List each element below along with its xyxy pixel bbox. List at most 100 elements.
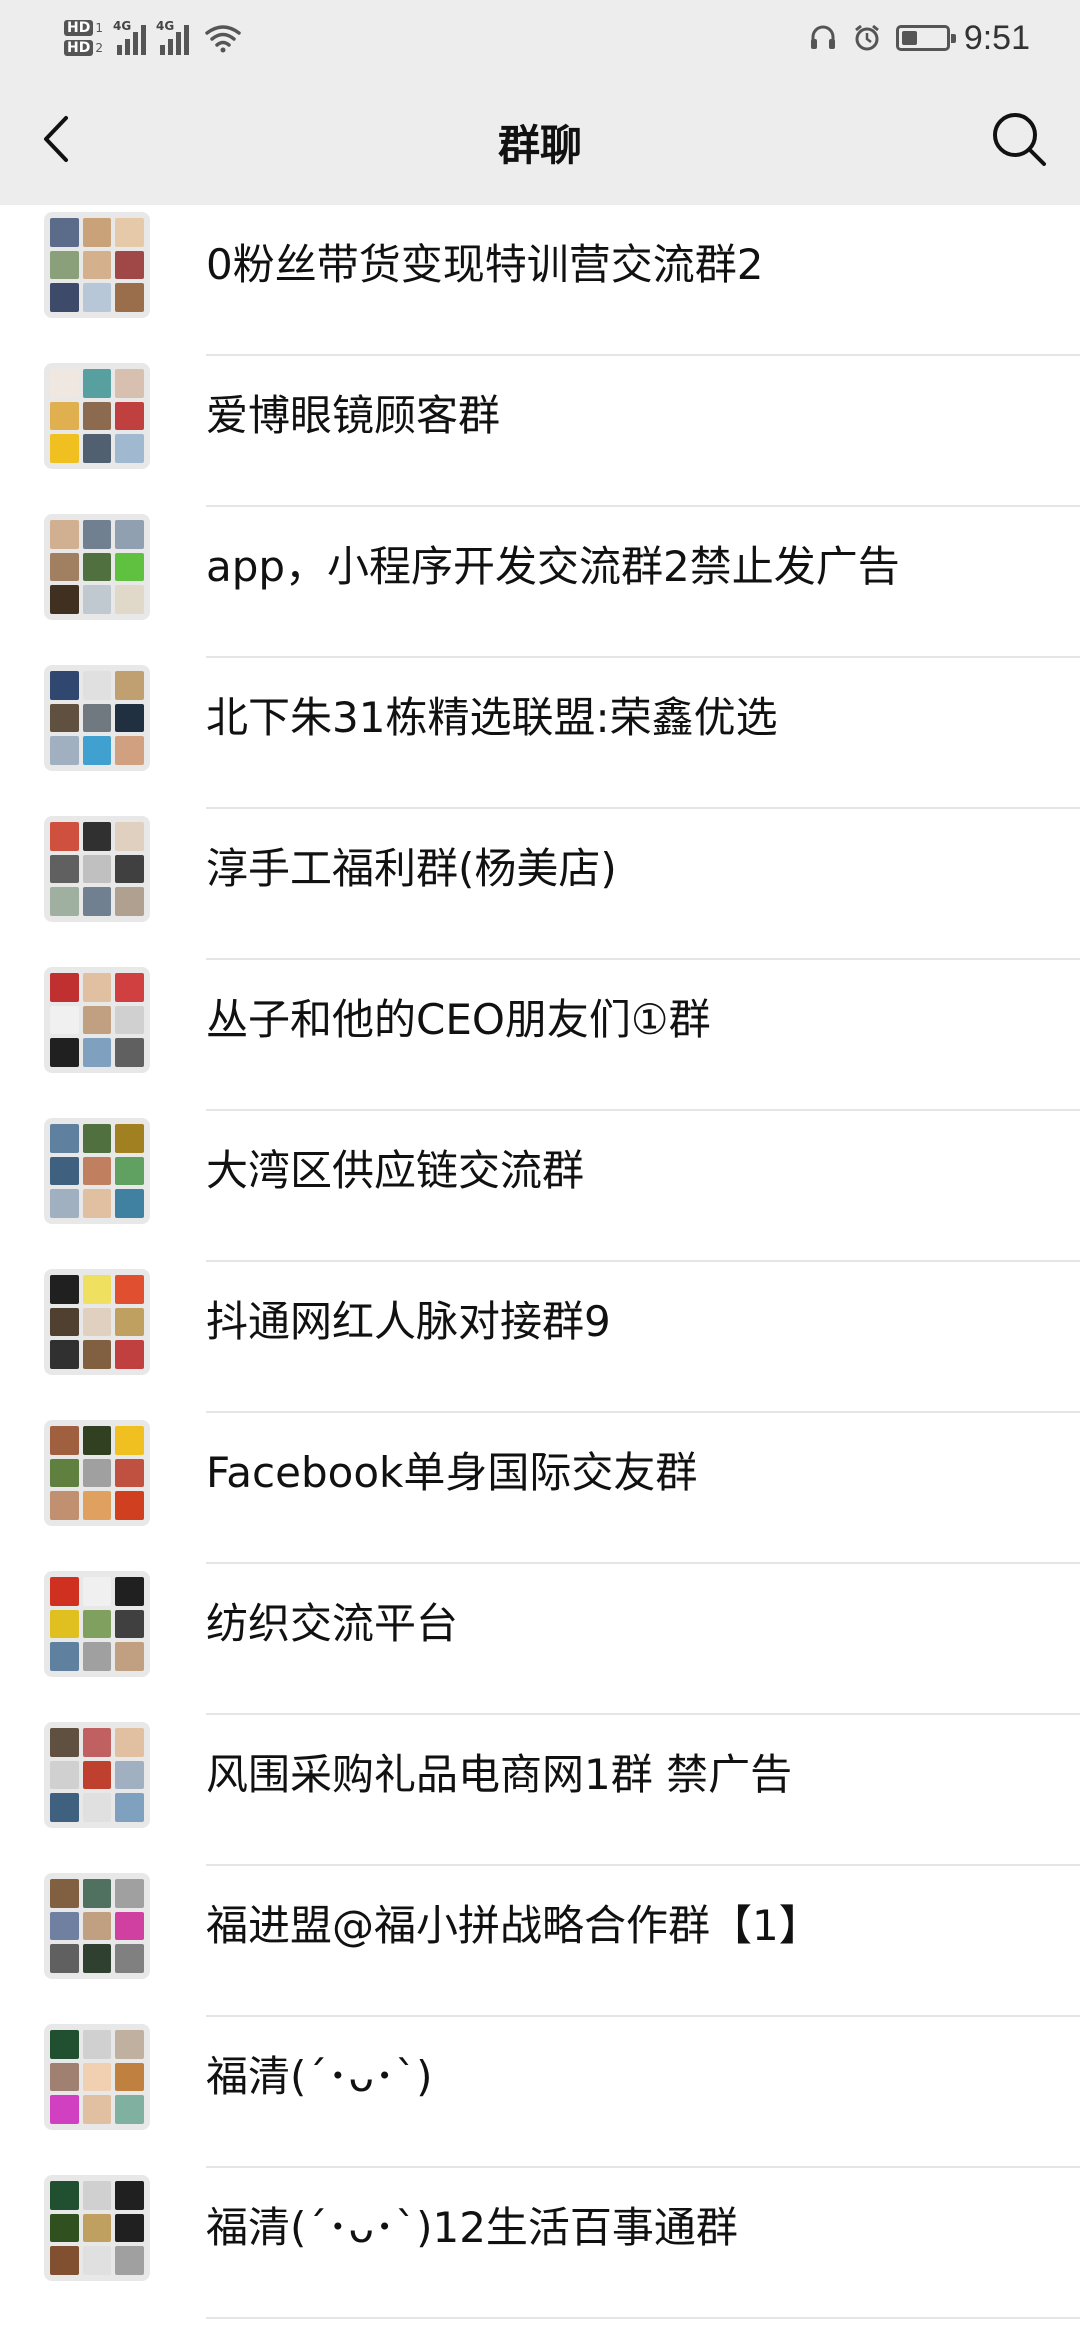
group-list-item[interactable]: app，小程序开发交流群2禁止发广告 xyxy=(0,507,1080,658)
member-thumbnail xyxy=(82,1491,112,1520)
member-thumbnail xyxy=(115,1760,144,1790)
member-thumbnail xyxy=(82,401,112,431)
group-name: 抖通网红人脉对接群9 xyxy=(206,1297,611,1346)
member-thumbnail xyxy=(82,2062,112,2092)
group-name: 福进盟@福小拼战略合作群【1】 xyxy=(206,1901,821,1950)
wifi-icon xyxy=(205,25,241,53)
group-list-item[interactable]: 福进盟@福小拼战略合作群【1】 xyxy=(0,1866,1080,2017)
member-thumbnail xyxy=(115,1879,144,1908)
member-thumbnail xyxy=(50,552,79,582)
group-list-item[interactable]: 丛子和他的CEO朋友们①群 xyxy=(0,960,1080,1111)
group-list-item[interactable]: 风围采购礼品电商网1群 禁广告 xyxy=(0,1715,1080,1866)
member-thumbnail xyxy=(50,671,79,700)
member-thumbnail xyxy=(82,822,112,851)
member-thumbnail xyxy=(50,1760,79,1790)
member-thumbnail xyxy=(50,736,79,765)
group-list-item[interactable]: 淳手工福利群(杨美店) xyxy=(0,809,1080,960)
group-name: 福清(´･ᴗ･`) xyxy=(206,2052,433,2101)
group-name: 丛子和他的CEO朋友们①群 xyxy=(206,995,711,1044)
member-thumbnail xyxy=(50,1609,79,1639)
member-thumbnail xyxy=(82,703,112,733)
member-thumbnail xyxy=(50,1005,79,1035)
member-thumbnail xyxy=(82,887,112,916)
member-thumbnail xyxy=(115,736,144,765)
member-thumbnail xyxy=(50,2030,79,2059)
member-thumbnail xyxy=(115,1156,144,1186)
member-thumbnail xyxy=(50,401,79,431)
member-thumbnail xyxy=(50,1307,79,1337)
member-thumbnail xyxy=(82,973,112,1002)
member-thumbnail xyxy=(50,854,79,884)
member-thumbnail xyxy=(50,250,79,280)
group-list-item[interactable]: 纺织交流平台 xyxy=(0,1564,1080,1715)
group-avatar xyxy=(44,1571,150,1677)
group-list-item[interactable]: 福清(´･ᴗ･`)12生活百事通群 xyxy=(0,2168,1080,2319)
member-thumbnail xyxy=(82,1728,112,1757)
member-thumbnail xyxy=(50,2095,79,2124)
alarm-icon xyxy=(854,24,879,51)
member-thumbnail xyxy=(50,1911,79,1941)
member-thumbnail xyxy=(115,283,144,312)
hd2-label: HD xyxy=(64,40,94,56)
member-thumbnail xyxy=(82,1577,112,1606)
member-thumbnail xyxy=(115,2030,144,2059)
member-thumbnail xyxy=(82,2213,112,2243)
member-thumbnail xyxy=(82,2030,112,2059)
member-thumbnail xyxy=(50,2181,79,2210)
member-thumbnail xyxy=(50,1426,79,1455)
member-thumbnail xyxy=(82,1911,112,1941)
member-thumbnail xyxy=(50,369,79,398)
member-thumbnail xyxy=(115,1426,144,1455)
member-thumbnail xyxy=(82,736,112,765)
group-list-item[interactable]: 大湾区供应链交流群 xyxy=(0,1111,1080,1262)
member-thumbnail xyxy=(115,1491,144,1520)
member-thumbnail xyxy=(115,401,144,431)
member-thumbnail xyxy=(82,1879,112,1908)
member-thumbnail xyxy=(115,434,144,463)
member-thumbnail xyxy=(50,434,79,463)
group-name: 淳手工福利群(杨美店) xyxy=(206,844,617,893)
member-thumbnail xyxy=(50,520,79,549)
hd-indicators: HD 1 HD 2 xyxy=(64,20,103,56)
group-list-item[interactable]: 爱博眼镜顾客群 xyxy=(0,356,1080,507)
member-thumbnail xyxy=(115,218,144,247)
group-avatar xyxy=(44,1722,150,1828)
member-thumbnail xyxy=(115,1642,144,1671)
member-thumbnail xyxy=(82,1005,112,1035)
member-thumbnail xyxy=(115,1038,144,1067)
member-thumbnail xyxy=(82,552,112,582)
member-thumbnail xyxy=(82,1760,112,1790)
member-thumbnail xyxy=(50,1038,79,1067)
member-thumbnail xyxy=(82,1426,112,1455)
net2-label: 4G xyxy=(155,19,175,33)
member-thumbnail xyxy=(82,1340,112,1369)
member-thumbnail xyxy=(115,1340,144,1369)
member-thumbnail xyxy=(115,1124,144,1153)
member-thumbnail xyxy=(115,369,144,398)
member-thumbnail xyxy=(115,822,144,851)
group-list-item[interactable]: 北下朱31栋精选联盟:荣鑫优选 xyxy=(0,658,1080,809)
member-thumbnail xyxy=(50,283,79,312)
member-thumbnail xyxy=(82,2181,112,2210)
group-list-item[interactable]: Facebook单身国际交友群 xyxy=(0,1413,1080,1564)
headphones-icon xyxy=(810,25,835,49)
group-avatar xyxy=(44,1118,150,1224)
member-thumbnail xyxy=(115,1793,144,1822)
search-icon[interactable] xyxy=(984,104,1054,174)
nav-bar: 群聊 xyxy=(0,74,1080,205)
group-list-item[interactable]: 抖通网红人脉对接群9 xyxy=(0,1262,1080,1413)
member-thumbnail xyxy=(115,671,144,700)
group-list-item[interactable]: 0粉丝带货变现特训营交流群2 xyxy=(0,205,1080,356)
group-list-item[interactable]: 福清(´･ᴗ･`) xyxy=(0,2017,1080,2168)
group-name: 爱博眼镜顾客群 xyxy=(206,391,501,440)
member-thumbnail xyxy=(82,1642,112,1671)
group-name: 大湾区供应链交流群 xyxy=(206,1146,585,1195)
member-thumbnail xyxy=(115,1189,144,1218)
member-thumbnail xyxy=(50,585,79,614)
member-thumbnail xyxy=(82,218,112,247)
member-thumbnail xyxy=(115,1005,144,1035)
member-thumbnail xyxy=(50,1577,79,1606)
member-thumbnail xyxy=(115,1307,144,1337)
group-avatar xyxy=(44,2175,150,2281)
member-thumbnail xyxy=(115,250,144,280)
